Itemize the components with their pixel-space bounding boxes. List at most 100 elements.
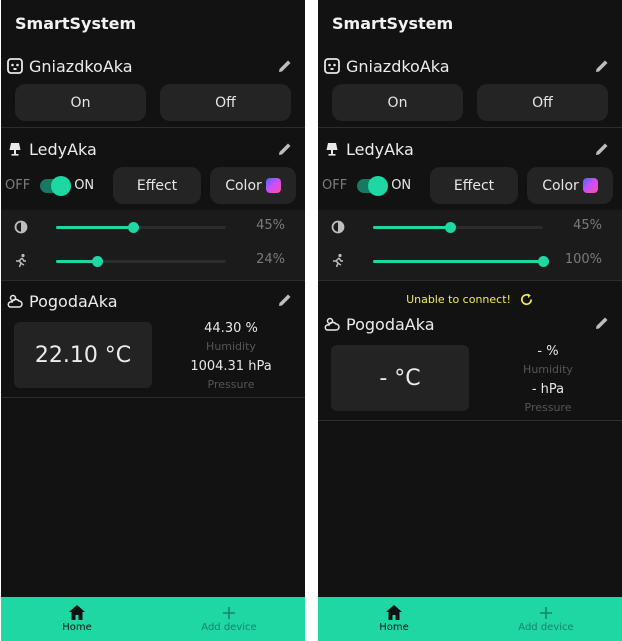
leds-power-switch[interactable] xyxy=(40,175,72,196)
bottom-navigation: Home Add device xyxy=(1,597,305,641)
nav-home[interactable]: Home xyxy=(318,597,470,641)
app-title: SmartSystem xyxy=(332,14,454,33)
connection-error: Unable to connect! xyxy=(318,290,622,308)
temperature-display: 22.10 °C xyxy=(14,322,152,388)
weather-name: PogodaAka xyxy=(346,314,435,334)
brightness-slider[interactable] xyxy=(373,222,543,233)
pencil-icon xyxy=(596,317,608,329)
plus-icon xyxy=(223,606,235,619)
speed-slider-row: 100% xyxy=(318,250,622,272)
humidity-value: 44.30 % xyxy=(204,321,258,336)
speed-slider[interactable] xyxy=(56,256,226,267)
pressure-value: - hPa xyxy=(531,382,565,397)
divider xyxy=(318,420,622,421)
edit-leds-button[interactable] xyxy=(275,139,295,159)
divider xyxy=(1,280,305,281)
socket-off-button[interactable]: Off xyxy=(160,84,291,121)
brightness-slider-row: 45% xyxy=(318,216,622,238)
brightness-slider-fill xyxy=(373,226,450,229)
effect-button[interactable]: Effect xyxy=(113,167,201,204)
leds-slider-panel: 45% 24% xyxy=(1,210,305,280)
phone-screen-disconnected: SmartSystem GniazdkoAka On Off LedyAka O… xyxy=(318,0,622,641)
leds-name: LedyAka xyxy=(29,139,97,159)
switch-knob xyxy=(51,175,72,196)
bottom-navigation: Home Add device xyxy=(318,597,622,641)
speed-slider-row: 24% xyxy=(1,250,305,272)
brightness-value: 45% xyxy=(256,218,285,233)
color-swatch-icon xyxy=(265,178,281,193)
leds-slider-panel: 45% 100% xyxy=(318,210,622,280)
speed-value: 24% xyxy=(256,252,285,267)
brightness-icon xyxy=(14,220,28,234)
speed-slider-fill xyxy=(373,260,543,263)
lamp-icon xyxy=(9,143,21,156)
refresh-icon[interactable] xyxy=(519,292,534,307)
home-icon xyxy=(386,605,402,620)
connection-error-text: Unable to connect! xyxy=(406,292,511,306)
toggle-off-label: OFF xyxy=(322,178,348,193)
color-button[interactable]: Color xyxy=(527,167,613,204)
leds-header: LedyAka xyxy=(7,137,97,161)
plus-icon xyxy=(540,606,552,619)
socket-name: GniazdkoAka xyxy=(346,56,450,76)
toggle-on-label: ON xyxy=(391,178,412,193)
color-button-label: Color xyxy=(225,177,262,194)
app-title: SmartSystem xyxy=(15,14,137,33)
nav-add-device[interactable]: Add device xyxy=(153,597,305,641)
speed-slider-thumb[interactable] xyxy=(538,256,549,267)
pencil-icon xyxy=(596,143,608,155)
power-socket-icon xyxy=(7,58,23,74)
running-person-icon xyxy=(16,253,26,268)
brightness-slider-thumb[interactable] xyxy=(127,222,139,233)
brightness-slider[interactable] xyxy=(56,222,226,233)
nav-add-label: Add device xyxy=(201,621,257,633)
temperature-display: - °C xyxy=(331,345,469,411)
color-swatch-icon xyxy=(582,178,598,193)
humidity-label: Humidity xyxy=(206,340,256,353)
home-icon xyxy=(69,605,85,620)
brightness-slider-row: 45% xyxy=(1,216,305,238)
running-person-icon xyxy=(333,253,343,268)
weather-partly-cloudy-icon xyxy=(324,317,340,331)
edit-socket-button[interactable] xyxy=(592,56,612,76)
weather-header: PogodaAka xyxy=(324,312,435,336)
pencil-icon xyxy=(279,294,291,306)
edit-leds-button[interactable] xyxy=(592,139,612,159)
brightness-slider-fill xyxy=(56,226,133,229)
socket-off-button[interactable]: Off xyxy=(477,84,608,121)
leds-power-switch[interactable] xyxy=(357,175,389,196)
nav-add-device[interactable]: Add device xyxy=(470,597,622,641)
nav-home-label: Home xyxy=(62,622,92,633)
switch-knob xyxy=(368,175,389,196)
divider xyxy=(318,280,622,281)
socket-on-button[interactable]: On xyxy=(332,84,463,121)
effect-button[interactable]: Effect xyxy=(430,167,518,204)
speed-slider-thumb[interactable] xyxy=(91,256,103,267)
lamp-icon xyxy=(326,143,338,156)
nav-add-label: Add device xyxy=(518,621,574,633)
speed-value: 100% xyxy=(564,252,602,267)
socket-on-button[interactable]: On xyxy=(15,84,146,121)
weather-name: PogodaAka xyxy=(29,291,118,311)
edit-socket-button[interactable] xyxy=(275,56,295,76)
humidity-label: Humidity xyxy=(523,363,573,376)
leds-power-toggle-row: OFF ON xyxy=(1,167,94,204)
edit-weather-button[interactable] xyxy=(275,290,295,310)
edit-weather-button[interactable] xyxy=(592,313,612,333)
pressure-label: Pressure xyxy=(207,378,255,391)
speed-slider[interactable] xyxy=(373,256,549,267)
phone-screen-connected: SmartSystem GniazdkoAka On Off LedyAka O… xyxy=(1,0,305,641)
color-button[interactable]: Color xyxy=(210,167,296,204)
socket-header: GniazdkoAka xyxy=(7,54,133,78)
nav-home-label: Home xyxy=(379,622,409,633)
nav-home[interactable]: Home xyxy=(1,597,153,641)
weather-partly-cloudy-icon xyxy=(7,294,23,308)
pencil-icon xyxy=(279,143,291,155)
brightness-slider-thumb[interactable] xyxy=(444,222,456,233)
power-socket-icon xyxy=(324,58,340,74)
leds-power-toggle-row: OFF ON xyxy=(318,167,411,204)
pencil-icon xyxy=(279,60,291,72)
divider xyxy=(1,397,305,398)
leds-name: LedyAka xyxy=(346,139,414,159)
pressure-label: Pressure xyxy=(524,401,572,414)
